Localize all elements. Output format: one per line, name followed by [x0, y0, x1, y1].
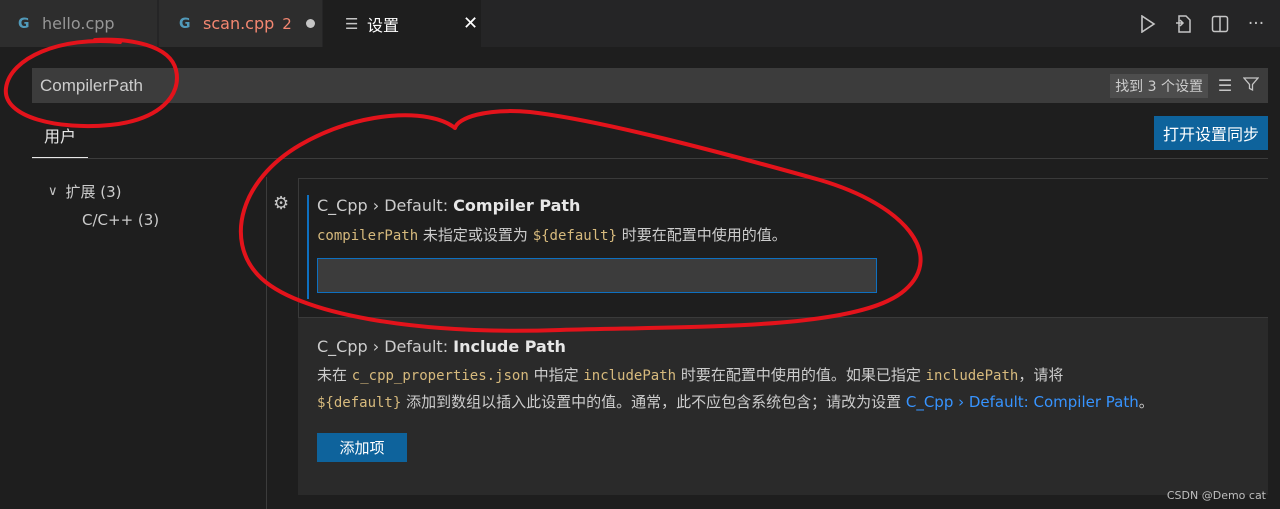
scope-divider	[32, 158, 1268, 159]
setting-title: C_Cpp › Default: Compiler Path	[317, 196, 581, 215]
setting-description: compilerPath 未指定或设置为 ${default} 时要在配置中使用…	[317, 226, 787, 244]
toc-extensions-group[interactable]: ∨ 扩展 (3)	[48, 181, 122, 202]
tab-user-settings[interactable]: 用户	[32, 120, 88, 158]
settings-search-box: 找到 3 个设置 ☰	[32, 68, 1268, 103]
result-count-badge: 找到 3 个设置	[1110, 73, 1208, 98]
compiler-path-input[interactable]	[317, 258, 877, 293]
setting-title: C_Cpp › Default: Include Path	[317, 337, 566, 356]
toc-divider	[266, 177, 267, 509]
toc-item-cpp[interactable]: C/C++ (3)	[82, 211, 159, 229]
chevron-down-icon: ∨	[48, 184, 58, 199]
tab-scan-cpp[interactable]: G scan.cpp 2	[159, 0, 322, 47]
compiler-path-setting-link[interactable]: C_Cpp › Default: Compiler Path	[906, 393, 1139, 411]
toc-group-label: 扩展 (3)	[65, 183, 122, 201]
open-settings-json-icon[interactable]	[1174, 14, 1194, 34]
editor-actions: ···	[1138, 0, 1280, 47]
more-icon[interactable]: ···	[1246, 14, 1266, 34]
tab-label: hello.cpp	[42, 14, 115, 33]
problem-count-badge: 2	[282, 14, 292, 33]
settings-search-input[interactable]	[32, 75, 1111, 96]
tab-hello-cpp[interactable]: G hello.cpp	[0, 0, 158, 47]
editor-tab-bar: G hello.cpp G scan.cpp 2 ☰ 设置 ✕ ···	[0, 0, 1280, 47]
filter-icon[interactable]	[1242, 76, 1260, 96]
settings-file-icon: ☰	[345, 14, 359, 33]
setting-description: 未在 c_cpp_properties.json 中指定 includePath…	[317, 366, 1154, 411]
code-compilerpath: compilerPath	[317, 228, 419, 244]
focus-indicator	[307, 195, 309, 299]
cpp-file-icon: G	[179, 15, 191, 32]
unsaved-dot-icon[interactable]	[305, 19, 315, 28]
watermark: CSDN @Demo cat	[1166, 489, 1266, 502]
split-editor-icon[interactable]	[1210, 14, 1230, 34]
cpp-file-icon: G	[18, 15, 30, 32]
gear-icon[interactable]: ⚙	[273, 193, 289, 214]
tab-settings[interactable]: ☰ 设置 ✕	[323, 0, 481, 47]
tab-label: scan.cpp	[203, 14, 275, 33]
close-icon[interactable]: ✕	[463, 13, 478, 34]
run-icon[interactable]	[1138, 14, 1158, 34]
tab-label: 设置	[367, 15, 400, 35]
code-default: ${default}	[532, 228, 617, 244]
add-item-button[interactable]: 添加项	[317, 433, 407, 462]
clear-filter-icon[interactable]: ☰	[1216, 76, 1234, 95]
turn-on-settings-sync-button[interactable]: 打开设置同步	[1154, 116, 1268, 150]
